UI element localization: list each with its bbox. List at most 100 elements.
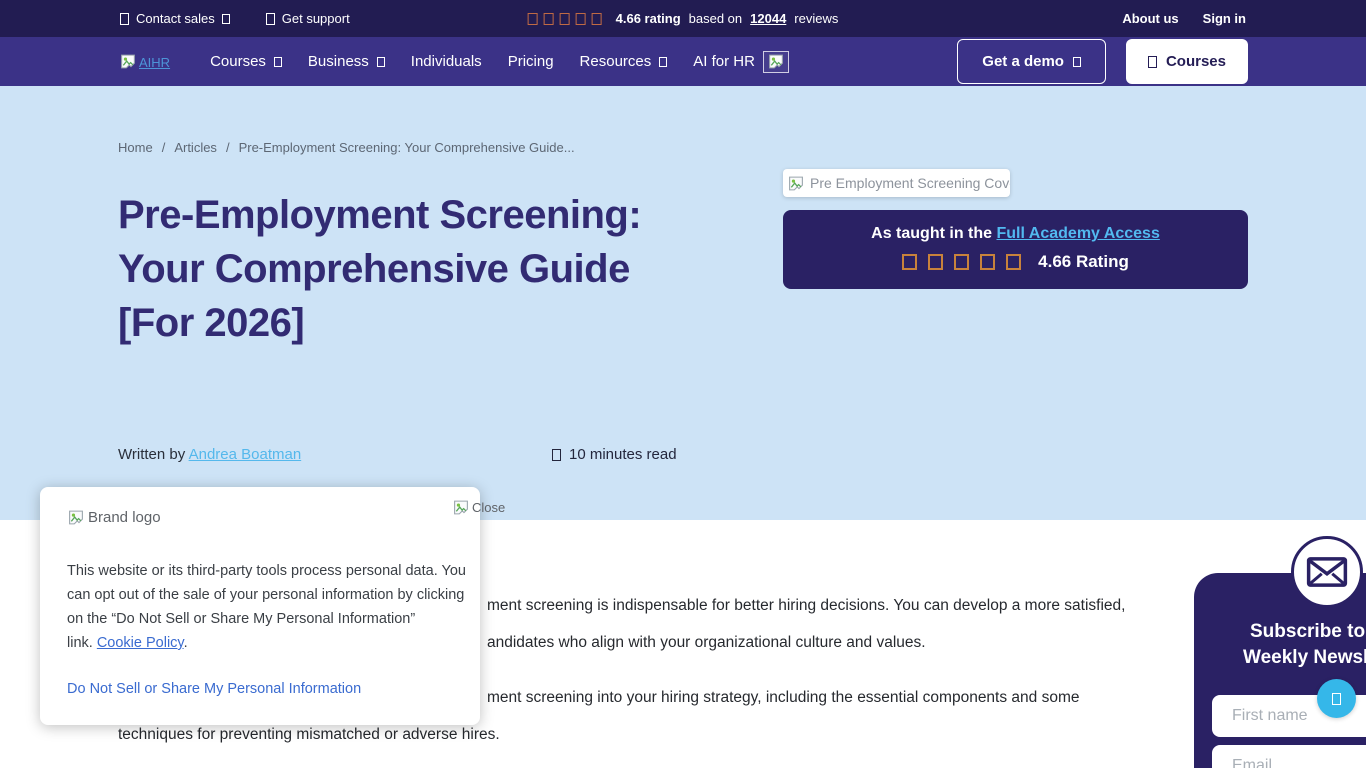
nav-action-buttons: Get a demo Courses <box>957 37 1248 86</box>
broken-image-icon <box>452 499 470 516</box>
sign-in-link[interactable]: Sign in <box>1203 11 1246 26</box>
topbar-left-group: Contact sales Get support <box>120 0 350 37</box>
academy-banner: As taught in the Full Academy Access 4.6… <box>783 210 1248 289</box>
courses-button-label: Courses <box>1166 53 1226 70</box>
star-icon <box>1006 254 1021 270</box>
nav-item-label: Courses <box>210 53 266 70</box>
breadcrumb: Home / Articles / Pre-Employment Screeni… <box>118 140 575 155</box>
nav-item-ai-for-hr[interactable]: AI for HR <box>693 51 789 73</box>
get-a-demo-label: Get a demo <box>982 53 1064 70</box>
main-navbar: AIHR Courses Business Individuals Pricin… <box>0 37 1366 86</box>
aihr-logo[interactable]: AIHR <box>119 53 170 70</box>
article-title: Pre-Employment Screening: Your Comprehen… <box>118 188 643 350</box>
nav-item-pricing[interactable]: Pricing <box>508 53 554 70</box>
rating-value: 4.66 rating <box>616 11 681 26</box>
cookie-link-prefix: link. <box>67 635 93 651</box>
contact-sales-link[interactable]: Contact sales <box>120 11 230 26</box>
cookie-message-line: on the “Do Not Sell or Share My Personal… <box>67 607 466 631</box>
nav-item-individuals[interactable]: Individuals <box>411 53 482 70</box>
nav-item-resources[interactable]: Resources <box>580 53 668 70</box>
reviews-word: reviews <box>794 11 838 26</box>
star-icon <box>954 254 969 270</box>
broken-image-icon <box>119 53 137 70</box>
star-icon <box>560 13 570 25</box>
brand-logo-alt-text: Brand logo <box>88 509 161 526</box>
newsletter-panel: Subscribe to Weekly Newsl <box>1194 573 1366 768</box>
body-text-fragment: ment screening into your hiring strategy… <box>487 689 1080 707</box>
chevron-down-icon <box>1073 57 1081 67</box>
star-rating-icons <box>528 13 602 25</box>
breadcrumb-home[interactable]: Home <box>118 140 153 155</box>
logo-alt-text: AIHR <box>139 55 170 70</box>
star-icon <box>592 13 602 25</box>
cover-alt-text: Pre Employment Screening Cover <box>810 175 1010 191</box>
close-alt-text: Close <box>472 500 505 515</box>
breadcrumb-articles[interactable]: Articles <box>174 140 217 155</box>
nav-item-business[interactable]: Business <box>308 53 385 70</box>
broken-image-icon <box>67 509 85 526</box>
hero-section: Home / Articles / Pre-Employment Screeni… <box>0 86 1366 520</box>
star-icon <box>980 254 995 270</box>
rating-summary: 4.66 rating based on 12044 reviews <box>528 0 839 37</box>
get-support-link[interactable]: Get support <box>266 11 350 26</box>
cookie-message: This website or its third-party tools pr… <box>67 559 466 655</box>
nav-item-label: AI for HR <box>693 53 755 70</box>
nav-item-courses[interactable]: Courses <box>210 53 282 70</box>
breadcrumb-separator: / <box>162 140 166 155</box>
graduation-icon <box>1148 56 1157 68</box>
body-text-fragment: ment screening is indispensable for bett… <box>487 597 1125 615</box>
nav-item-label: Resources <box>580 53 652 70</box>
cookie-message-line: link. Cookie Policy. <box>67 631 466 655</box>
star-icon <box>902 254 917 270</box>
broken-image-placeholder <box>763 51 789 73</box>
top-utility-bar: Contact sales Get support 4.66 rating ba… <box>0 0 1366 37</box>
body-text-fragment: techniques for preventing mismatched or … <box>118 726 500 744</box>
star-icon <box>576 13 586 25</box>
star-icon <box>528 13 538 25</box>
read-time: 10 minutes read <box>552 446 677 463</box>
topbar-right-group: About us Sign in <box>1122 0 1246 37</box>
nav-item-label: Individuals <box>411 53 482 70</box>
author-row: Written by Andrea Boatman <box>118 446 301 463</box>
chat-fab-button[interactable] <box>1317 679 1356 718</box>
broken-image-icon <box>767 53 785 70</box>
chat-icon <box>1332 693 1341 705</box>
star-rating-icons <box>902 254 1021 270</box>
author-link[interactable]: Andrea Boatman <box>189 446 302 463</box>
breadcrumb-current: Pre-Employment Screening: Your Comprehen… <box>239 140 575 155</box>
star-icon <box>928 254 943 270</box>
cookie-message-line: can opt out of the sale of your personal… <box>67 583 466 607</box>
chevron-down-icon <box>222 14 230 24</box>
cookie-consent-popup: Brand logo Close This website or its thi… <box>40 487 480 725</box>
get-support-label: Get support <box>282 11 350 26</box>
broken-image-icon <box>787 175 805 192</box>
courses-button[interactable]: Courses <box>1126 39 1248 84</box>
chevron-down-icon <box>377 57 385 67</box>
nav-item-label: Pricing <box>508 53 554 70</box>
chevron-down-icon <box>274 57 282 67</box>
written-by-label: Written by <box>118 446 185 463</box>
about-us-link[interactable]: About us <box>1122 11 1178 26</box>
get-a-demo-button[interactable]: Get a demo <box>957 39 1106 84</box>
phone-icon <box>120 13 129 25</box>
mail-badge <box>1291 536 1363 608</box>
do-not-sell-link[interactable]: Do Not Sell or Share My Personal Informa… <box>67 681 361 697</box>
clock-icon <box>552 449 561 461</box>
cookie-brand-logo-broken: Brand logo <box>67 509 161 526</box>
academy-line: As taught in the Full Academy Access <box>783 225 1248 243</box>
cookie-close-button[interactable]: Close <box>452 499 505 516</box>
cookie-link-suffix: . <box>184 635 188 651</box>
newsletter-heading-line2: Weekly Newsl <box>1243 647 1366 669</box>
email-input[interactable] <box>1212 745 1366 768</box>
reviews-count-link[interactable]: 12044 <box>750 11 786 26</box>
cookie-policy-link[interactable]: Cookie Policy <box>97 635 184 651</box>
academy-prefix: As taught in the <box>871 225 992 242</box>
academy-rating-row: 4.66 Rating <box>783 252 1248 272</box>
breadcrumb-separator: / <box>226 140 230 155</box>
body-text-fragment: andidates who align with your organizati… <box>487 634 926 652</box>
academy-rating-value: 4.66 Rating <box>1038 252 1129 272</box>
full-academy-access-link[interactable]: Full Academy Access <box>997 225 1160 242</box>
star-icon <box>544 13 554 25</box>
rating-based-on: based on <box>689 11 743 26</box>
nav-menu: AIHR Courses Business Individuals Pricin… <box>119 37 789 86</box>
